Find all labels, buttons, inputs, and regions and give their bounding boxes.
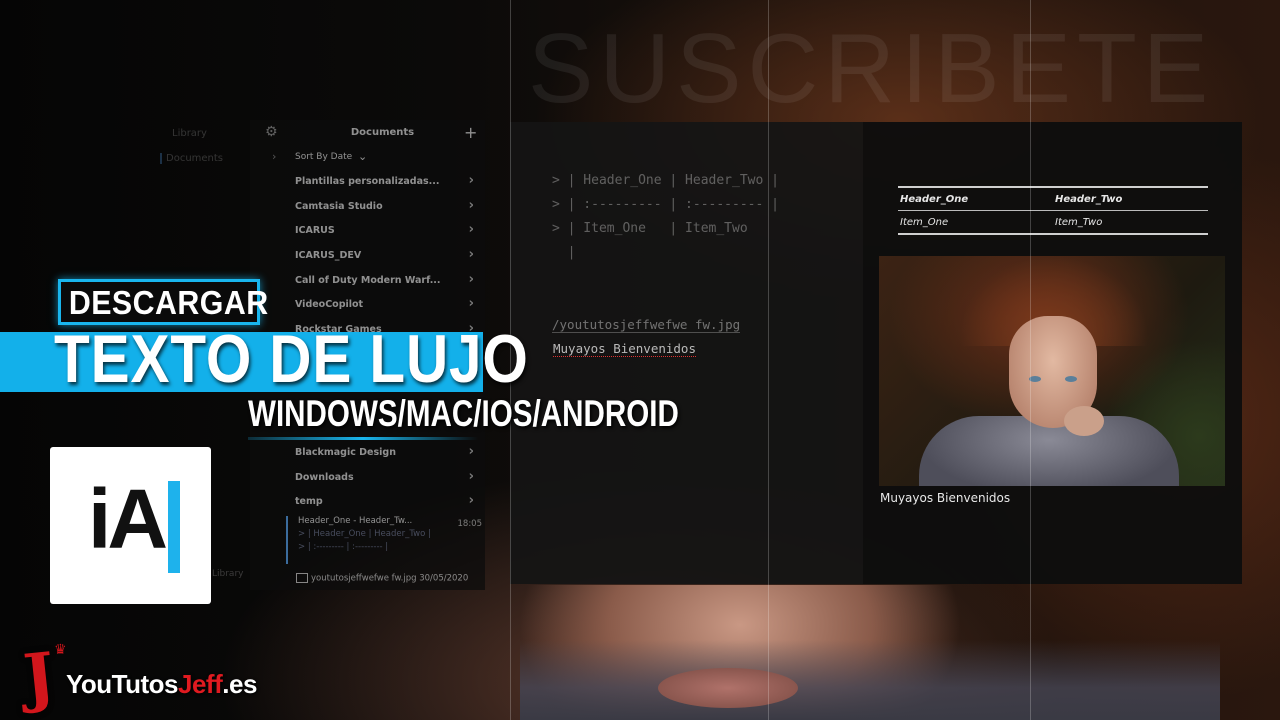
editor-line: | <box>552 245 576 260</box>
guide-line <box>1030 0 1031 720</box>
chevron-right-icon: › <box>468 173 474 188</box>
folder-item[interactable]: ICARUS › <box>295 221 480 243</box>
background-sweater <box>520 640 1220 720</box>
crown-icon: ♛ <box>54 642 67 658</box>
table-header-cell: Header_Two <box>1055 194 1123 205</box>
brand-j-icon: J <box>20 638 59 717</box>
folder-item[interactable]: Call of Duty Modern Warf... › <box>295 271 480 293</box>
photo-hand <box>1064 406 1104 436</box>
preview-photo <box>879 256 1225 486</box>
chevron-right-icon: › <box>468 272 474 287</box>
sidebar-item-library[interactable]: Library <box>212 569 243 579</box>
image-file-item[interactable]: yoututosjeffwefwe fw.jpg 30/05/2020 <box>296 573 468 584</box>
folder-label: ICARUS_DEV <box>295 250 362 261</box>
folder-label: Camtasia Studio <box>295 201 383 212</box>
brand-name-part: YouTutos <box>66 669 179 699</box>
sidebar-item-documents[interactable]: Documents <box>160 153 223 164</box>
table-cell: Item_One <box>900 217 949 228</box>
headline: TEXTO DE LUJO <box>54 321 529 397</box>
download-badge: DESCARGAR <box>58 279 269 325</box>
brand-name-part: Jeff <box>178 669 223 699</box>
folder-label: ICARUS <box>295 225 335 236</box>
editor-image-path: /yoututosjeffwefwe fw.jpg <box>552 317 741 333</box>
folder-item[interactable]: Camtasia Studio › <box>295 197 480 219</box>
table-header-row: Header_One Header_Two <box>898 188 1208 211</box>
image-icon <box>296 573 308 583</box>
cursor-icon <box>168 481 180 573</box>
subscribe-watermark: SUSCRIBETE <box>528 13 1215 123</box>
chevron-right-icon[interactable]: › <box>272 150 276 163</box>
sidebar-item-library[interactable]: Library <box>172 128 207 139</box>
brand-name: YouTutosJeff.es <box>66 669 257 700</box>
table-header-cell: Header_One <box>900 194 969 205</box>
table-cell: Item_Two <box>1055 217 1103 228</box>
note-time: 18:05 <box>457 519 483 529</box>
chevron-right-icon: › <box>468 469 474 484</box>
image-file-date: 30/05/2020 <box>419 573 469 584</box>
gear-icon[interactable]: ⚙ <box>265 124 281 140</box>
chevron-right-icon: › <box>468 222 474 237</box>
folder-label: Blackmagic Design <box>295 447 396 458</box>
chevron-right-icon: › <box>468 198 474 213</box>
guide-line <box>768 0 769 720</box>
background-lips <box>658 668 798 708</box>
sort-dropdown[interactable]: Sort By Date <box>295 152 352 162</box>
folder-label: temp <box>295 496 323 507</box>
folder-item[interactable]: temp › <box>295 492 480 514</box>
photo-eye <box>1065 376 1077 382</box>
chevron-right-icon: › <box>468 296 474 311</box>
chevron-right-icon: › <box>468 247 474 262</box>
folder-item[interactable]: VideoCopilot › <box>295 295 480 317</box>
folder-label: Call of Duty Modern Warf... <box>295 275 441 286</box>
note-preview-line: > | :--------- | :--------- | <box>298 542 389 552</box>
folder-label: VideoCopilot <box>295 299 364 310</box>
chevron-down-icon[interactable]: ⌄ <box>358 150 367 163</box>
brand-name-part: .es <box>222 669 257 699</box>
editor-caption: Muyayos Bienvenidos <box>553 341 696 357</box>
app-logo: iA <box>50 447 211 604</box>
editor-line: > | Item_One | Item_Two <box>552 221 748 236</box>
folder-item[interactable]: Blackmagic Design › <box>295 443 480 465</box>
note-preview-line: > | Header_One | Header_Two | <box>298 529 431 539</box>
download-badge-text: DESCARGAR <box>68 284 269 321</box>
table-row: Item_One Item_Two <box>898 211 1208 233</box>
folder-label: Plantillas personalizadas... <box>295 176 440 187</box>
platforms-text: WINDOWS/MAC/IOS/ANDROID <box>248 393 679 434</box>
editor-line: > | :--------- | :--------- | <box>552 197 779 212</box>
note-item[interactable]: Header_One - Header_Tw... 18:05 > | Head… <box>286 516 488 564</box>
brand-logo: J ♛ YouTutosJeff.es <box>20 639 260 717</box>
chevron-right-icon: › <box>468 493 474 508</box>
folder-item[interactable]: Downloads › <box>295 468 480 490</box>
chevron-right-icon: › <box>468 444 474 459</box>
folder-item[interactable]: Plantillas personalizadas... › <box>295 172 480 194</box>
app-logo-text: iA <box>88 472 168 566</box>
folder-label: Downloads <box>295 472 354 483</box>
add-icon[interactable]: + <box>464 123 477 142</box>
preview-caption: Muyayos Bienvenidos <box>880 491 1011 505</box>
folder-item[interactable]: ICARUS_DEV › <box>295 246 480 268</box>
editor-line: > | Header_One | Header_Two | <box>552 173 779 188</box>
panel-title: Documents <box>350 127 415 138</box>
preview-table: Header_One Header_Two Item_One Item_Two <box>898 186 1208 235</box>
image-file-name: yoututosjeffwefwe fw.jpg <box>311 573 417 584</box>
platforms-underline <box>248 437 478 440</box>
